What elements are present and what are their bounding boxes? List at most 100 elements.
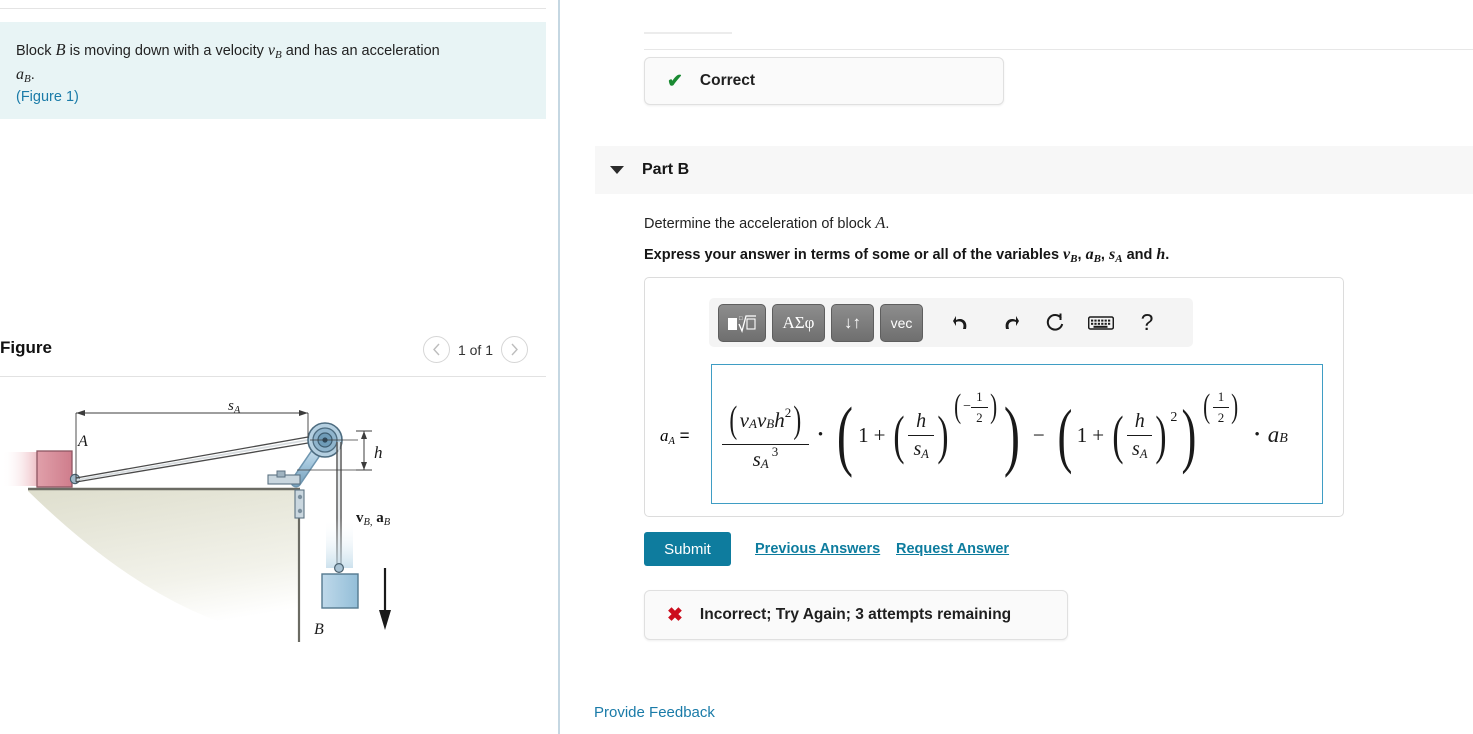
express-instruction: Express your answer in terms of some or …	[644, 246, 1170, 265]
part-b-header[interactable]: Part B	[595, 146, 1473, 194]
acceleration-variable: a	[16, 66, 24, 83]
term1-exp-minus: −	[963, 399, 972, 414]
incorrect-label: Incorrect; Try Again; 3 attempts remaini…	[699, 606, 1012, 623]
refresh-icon[interactable]	[1035, 304, 1075, 342]
acceleration-subscript: B	[24, 73, 31, 85]
term2-exp-num: 1	[1217, 388, 1225, 404]
term2-frac-bar	[1127, 434, 1153, 436]
greek-letters-button[interactable]: ΑΣφ	[772, 303, 825, 342]
check-icon: ✔	[667, 70, 683, 92]
answer-main-fraction: ( vAvBh2 ) sA3	[722, 398, 809, 472]
correct-label: Correct	[699, 72, 756, 89]
dimension-h-arrow-down	[361, 462, 367, 470]
term2-h: h	[1134, 409, 1145, 432]
term2-exp-paren-close: )	[1231, 388, 1239, 425]
term1-inner-paren-close: )	[937, 405, 949, 465]
question-text: Determine the acceleration of block	[644, 216, 872, 232]
previous-answers-link[interactable]: Previous Answers	[755, 541, 880, 557]
term1-frac-bar	[908, 434, 934, 436]
term1-exp-fraction: 1 2	[971, 389, 988, 426]
request-answer-link[interactable]: Request Answer	[896, 541, 1009, 557]
undo-icon-glyph	[953, 315, 967, 329]
statement-text-2: is moving down with a velocity	[69, 43, 264, 59]
express-var-ab: a	[1085, 246, 1094, 263]
x-icon: ✖	[667, 604, 683, 626]
term2-denominator: sA	[1127, 437, 1152, 462]
term1-denominator: sA	[908, 438, 933, 462]
cable-highlight	[76, 439, 309, 481]
correct-feedback-box: ✔ Correct	[644, 57, 1004, 105]
block-a-motion-blur	[2, 452, 40, 486]
term2-s: s	[1132, 437, 1140, 460]
statement-text-3: and has an acceleration	[285, 43, 440, 59]
term2-s-sub: A	[1139, 447, 1148, 462]
answer-input-panel: □ ΑΣφ ↓↑ vec ? aA = (v A v B h 2) s A …	[644, 277, 1344, 517]
num-va: v	[739, 407, 749, 432]
statement-period: .	[30, 67, 35, 83]
figure-prev-button[interactable]	[422, 336, 450, 363]
term1-paren-open: (	[837, 391, 854, 478]
keyboard-icon[interactable]	[1081, 304, 1121, 342]
question-period: .	[885, 216, 890, 232]
velocity-subscript: B	[275, 49, 282, 61]
figure-navigation: 1 of 1	[422, 336, 528, 363]
submit-button[interactable]: Submit	[644, 532, 731, 566]
express-and: and	[1126, 247, 1153, 263]
mount-bolt	[276, 470, 286, 478]
left-panel: Block B is moving down with a velocity v…	[0, 0, 558, 734]
block-b	[321, 573, 359, 609]
figure-title: Figure	[0, 338, 52, 357]
question-prompt: Determine the acceleration of block A.	[644, 213, 889, 233]
fraction-bar	[722, 444, 809, 445]
numerator-paren-open: (	[729, 399, 738, 441]
redo-icon-glyph	[1005, 315, 1019, 329]
arrows-button[interactable]: ↓↑	[831, 303, 874, 342]
term1-exponent: ( − 1 2 )	[952, 388, 999, 426]
math-answer-field[interactable]: ( vAvBh2 ) sA3 • ( 1 + ( h sA) (− 1 2 …	[711, 364, 1323, 504]
problem-statement-line2: aB.	[16, 65, 530, 89]
triangle-down-icon[interactable]	[610, 166, 624, 174]
block-b-motion-blur	[326, 518, 353, 568]
term2-paren-open: (	[1057, 394, 1073, 475]
term2-exponent: ( 1 2 )	[1201, 388, 1240, 426]
block-b-motion-arrow-head	[379, 610, 391, 630]
answer-lhs-sub: A	[668, 436, 675, 448]
term1-plus: +	[873, 422, 886, 447]
term1-one: 1	[858, 422, 869, 447]
express-var-h: h	[1156, 246, 1166, 263]
num-h-exponent: 2	[784, 404, 792, 420]
figure-1-link[interactable]: (Figure 1)	[16, 89, 530, 105]
table-surface-shade	[28, 489, 300, 640]
provide-feedback-link[interactable]: Provide Feedback	[594, 704, 715, 721]
cable-upper	[75, 436, 309, 479]
velocity-variable: v	[267, 42, 275, 59]
math-editor-toolbar: □ ΑΣφ ↓↑ vec ?	[709, 298, 1193, 347]
term2-inner-paren-open: (	[1112, 405, 1124, 465]
term1-exp-den: 2	[976, 409, 983, 425]
answer-rhs-var: a	[1267, 422, 1280, 447]
term2-exp-bar	[1212, 406, 1230, 408]
label-block-a: A	[77, 433, 88, 450]
term2-exp-den: 2	[1217, 409, 1225, 425]
undo-arrow-icon[interactable]	[943, 304, 983, 342]
help-question-icon[interactable]: ?	[1127, 304, 1167, 342]
fraction-numerator: ( vAvBh2 )	[722, 398, 809, 442]
num-h: h	[774, 407, 785, 432]
express-var-ab-sub: B	[1093, 253, 1101, 265]
answer-minus: −	[1032, 422, 1045, 447]
figure-next-button[interactable]	[501, 336, 528, 363]
num-va-sub: A	[748, 416, 757, 432]
partial-divider-top-2	[644, 49, 1473, 50]
label-sa: sA	[228, 398, 241, 416]
partial-divider-top	[644, 32, 732, 34]
term1-exp-num: 1	[976, 388, 983, 404]
fraction-denominator: sA3	[748, 444, 784, 472]
term1-s-sub: A	[921, 447, 929, 462]
template-sqrt-button[interactable]: □	[718, 303, 766, 342]
refresh-icon-glyph	[1046, 313, 1063, 331]
dimension-sa-arrow-left	[76, 410, 85, 416]
term2-exp-paren-open: (	[1203, 388, 1211, 425]
express-var-sa-sub: A	[1115, 253, 1123, 265]
redo-arrow-icon[interactable]	[989, 304, 1029, 342]
vector-button[interactable]: vec	[880, 303, 923, 342]
